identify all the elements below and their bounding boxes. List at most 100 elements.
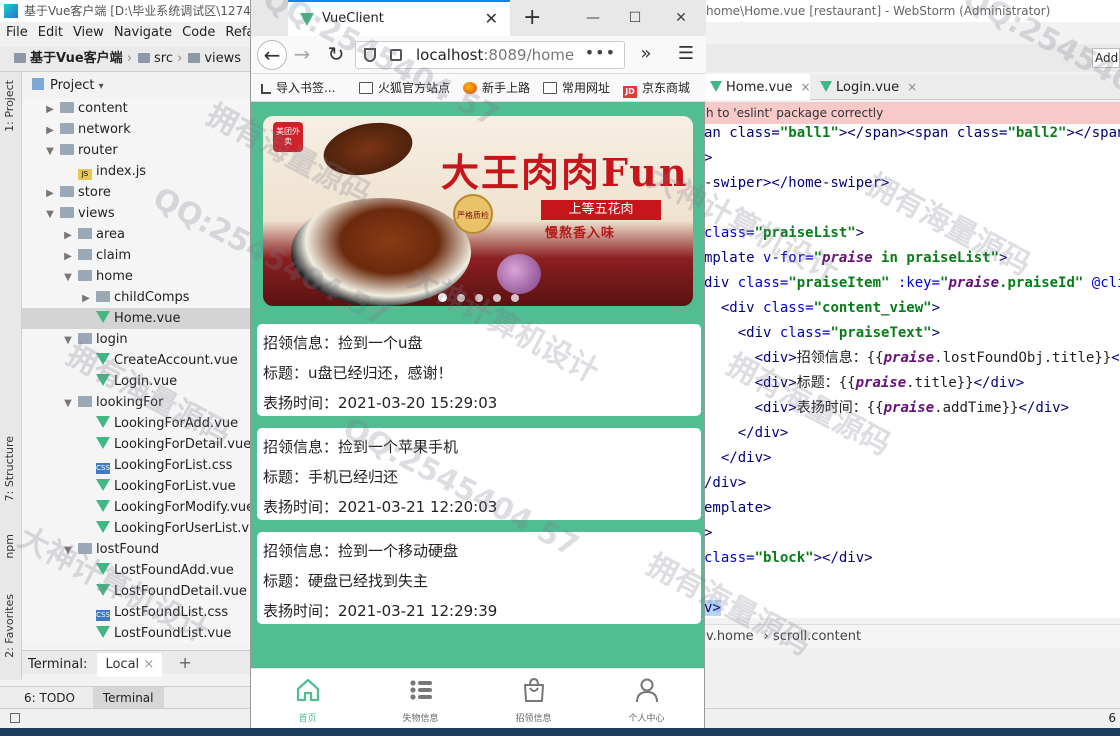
tree-item[interactable]: CreateAccount.vue bbox=[22, 350, 250, 371]
swiper-dot[interactable] bbox=[510, 293, 519, 302]
praise-item[interactable]: 招领信息：捡到一个u盘 标题：u盘已经归还，感谢！ 表扬时间：2021-03-2… bbox=[257, 324, 701, 416]
menu-code[interactable]: Code bbox=[182, 25, 215, 40]
folder-icon bbox=[78, 270, 92, 281]
tree-item[interactable]: ▶ claim bbox=[22, 245, 250, 266]
bookmark-common-sites[interactable]: 常用网址 bbox=[543, 74, 610, 101]
tree-item[interactable]: LostFoundList.vue bbox=[22, 623, 250, 644]
tree-item[interactable]: Home.vue bbox=[22, 308, 250, 329]
tool-tab-structure[interactable]: 7: Structure bbox=[3, 436, 16, 501]
menu-file[interactable]: File bbox=[6, 25, 28, 40]
chevron-right-icon[interactable]: ▶ bbox=[44, 99, 56, 120]
tree-item[interactable]: LookingForUserList.vu bbox=[22, 518, 250, 539]
tracking-shield-icon[interactable] bbox=[364, 48, 376, 62]
css-file-icon: CSS bbox=[96, 610, 110, 621]
tree-item[interactable]: LookingForAdd.vue bbox=[22, 413, 250, 434]
new-tab-button[interactable]: + bbox=[523, 4, 541, 32]
chevron-down-icon[interactable]: ▼ bbox=[62, 393, 74, 414]
tree-item[interactable]: CSS LostFoundList.css bbox=[22, 602, 250, 623]
crumb-views[interactable]: views bbox=[204, 51, 241, 66]
swiper-dot[interactable] bbox=[492, 293, 501, 302]
editor-tab-home[interactable]: Home.vue × bbox=[706, 74, 811, 100]
status-icon[interactable] bbox=[10, 713, 20, 723]
tree-item[interactable]: ▼ lookingFor bbox=[22, 392, 250, 413]
tool-tab-project[interactable]: 1: Project bbox=[3, 80, 16, 132]
back-button[interactable]: ← bbox=[257, 40, 287, 70]
tree-item[interactable]: ▼ lostFound bbox=[22, 539, 250, 560]
tree-item[interactable]: ▼ views bbox=[22, 203, 250, 224]
tree-item[interactable]: ▶ childComps bbox=[22, 287, 250, 308]
todo-tab[interactable]: 6: TODO bbox=[24, 691, 75, 705]
url-bar[interactable]: localhost:8089/home ••• bbox=[355, 41, 625, 69]
tree-item[interactable]: LookingForModify.vue bbox=[22, 497, 250, 518]
reload-button[interactable]: ↻ bbox=[321, 40, 351, 70]
browser-tab-vueclient[interactable]: VueClient ✕ bbox=[288, 0, 510, 36]
terminal-tab-local[interactable]: Local × bbox=[97, 653, 163, 677]
chevron-right-icon[interactable]: ▶ bbox=[80, 288, 92, 309]
tool-tab-npm[interactable]: npm bbox=[3, 534, 16, 559]
tab-lost-items[interactable]: 失物信息 bbox=[364, 669, 477, 729]
tree-item[interactable]: LostFoundAdd.vue bbox=[22, 560, 250, 581]
chevron-right-icon[interactable]: ▶ bbox=[62, 225, 74, 246]
tree-item[interactable]: CSS LookingForList.css bbox=[22, 455, 250, 476]
chevron-down-icon[interactable]: ▼ bbox=[62, 330, 74, 351]
tree-item[interactable]: LostFoundDetail.vue bbox=[22, 581, 250, 602]
tree-item[interactable]: ▶ store bbox=[22, 182, 250, 203]
close-icon[interactable]: × bbox=[907, 80, 917, 94]
bookmark-import[interactable]: 导入书签... bbox=[261, 74, 335, 101]
home-swiper-banner[interactable]: 美团外卖 大王肉肉Fun 严格质检 上等五花肉 慢熬香入味 bbox=[263, 116, 693, 306]
page-actions-icon[interactable]: ••• bbox=[585, 40, 616, 66]
tree-item[interactable]: JS index.js bbox=[22, 161, 250, 182]
tree-item[interactable]: ▼ login bbox=[22, 329, 250, 350]
url-text[interactable]: localhost:8089/home bbox=[416, 42, 574, 68]
code-crumb-item[interactable]: scroll.content bbox=[773, 629, 861, 644]
close-tab-icon[interactable]: ✕ bbox=[485, 2, 498, 36]
tree-item[interactable]: ▶ network bbox=[22, 119, 250, 140]
maximize-button[interactable]: ☐ bbox=[615, 0, 655, 36]
page-info-icon[interactable] bbox=[390, 49, 402, 61]
chevron-down-icon[interactable]: ▼ bbox=[62, 267, 74, 288]
add-terminal-icon[interactable]: + bbox=[178, 653, 191, 672]
menu-view[interactable]: View bbox=[73, 25, 104, 40]
hamburger-menu-icon[interactable]: ☰ bbox=[671, 40, 701, 70]
terminal-tab[interactable]: Terminal bbox=[92, 687, 164, 709]
bookmark-jd[interactable]: JD 京东商城 bbox=[623, 74, 690, 101]
chevron-right-icon[interactable]: ▶ bbox=[44, 120, 56, 141]
swiper-dot[interactable] bbox=[474, 293, 483, 302]
tree-item[interactable]: ▼ router bbox=[22, 140, 250, 161]
tree-item[interactable]: ▶ area bbox=[22, 224, 250, 245]
crumb-project[interactable]: 基于Vue客户端 bbox=[30, 51, 123, 66]
tree-item[interactable]: LookingForDetail.vue bbox=[22, 434, 250, 455]
tree-item[interactable]: Login.vue bbox=[22, 371, 250, 392]
tab-profile[interactable]: 个人中心 bbox=[590, 669, 703, 729]
praise-item[interactable]: 招领信息：捡到一个苹果手机 标题：手机已经归还 表扬时间：2021-03-21 … bbox=[257, 428, 701, 520]
tab-found-items[interactable]: 招领信息 bbox=[477, 669, 590, 729]
overflow-chevron-icon[interactable]: » bbox=[631, 40, 661, 70]
tree-item[interactable]: LookingForList.vue bbox=[22, 476, 250, 497]
menu-navigate[interactable]: Navigate bbox=[114, 25, 172, 40]
menu-edit[interactable]: Edit bbox=[38, 25, 63, 40]
code-editor[interactable]: an class="ball1"></span><span class="bal… bbox=[704, 124, 1120, 618]
chevron-down-icon[interactable]: ▼ bbox=[44, 204, 56, 225]
add-configuration-button[interactable]: Add bbox=[1092, 48, 1120, 68]
minimize-button[interactable]: — bbox=[573, 0, 613, 36]
chevron-right-icon[interactable]: ▶ bbox=[44, 183, 56, 204]
forward-button[interactable]: → bbox=[287, 40, 317, 70]
chevron-down-icon[interactable]: ▼ bbox=[62, 540, 74, 561]
tree-item[interactable]: ▼ home bbox=[22, 266, 250, 287]
bookmark-firefox-site[interactable]: 火狐官方站点 bbox=[359, 74, 450, 101]
swiper-dot[interactable] bbox=[456, 293, 465, 302]
chevron-down-icon[interactable]: ▼ bbox=[44, 141, 56, 162]
project-panel-header[interactable]: Project ▾ bbox=[22, 74, 250, 98]
close-icon[interactable]: × bbox=[800, 80, 810, 94]
tab-home[interactable]: 首页 bbox=[251, 669, 364, 729]
chevron-right-icon[interactable]: ▶ bbox=[62, 246, 74, 267]
code-crumb-item[interactable]: v.home bbox=[706, 629, 754, 644]
bookmark-getting-started[interactable]: 新手上路 bbox=[463, 74, 530, 101]
swiper-dot[interactable] bbox=[437, 293, 447, 302]
editor-tab-login[interactable]: Login.vue × bbox=[816, 74, 926, 100]
crumb-src[interactable]: src bbox=[154, 51, 173, 66]
tool-tab-favorites[interactable]: 2: Favorites bbox=[3, 594, 16, 658]
praise-item[interactable]: 招领信息：捡到一个移动硬盘 标题：硬盘已经找到失主 表扬时间：2021-03-2… bbox=[257, 532, 701, 624]
close-window-button[interactable]: ✕ bbox=[661, 0, 701, 36]
tree-item[interactable]: ▶ content bbox=[22, 98, 250, 119]
